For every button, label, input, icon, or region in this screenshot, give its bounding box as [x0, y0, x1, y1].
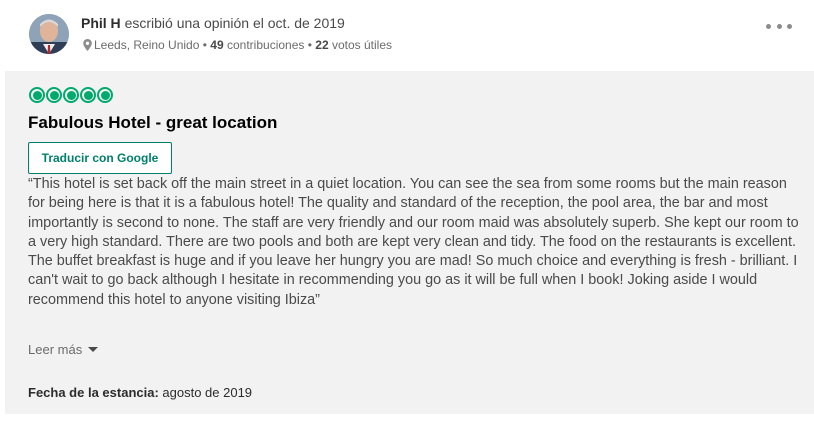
rating-bubble-icon — [63, 87, 79, 103]
review-header: Phil H escribió una opinión el oct. de 2… — [0, 0, 814, 70]
contributions-count: 49 — [210, 38, 224, 52]
rating-bubble-icon — [97, 87, 113, 103]
meta-separator: • — [307, 38, 312, 52]
review-text: “This hotel is set back off the main str… — [28, 176, 799, 308]
more-dot — [787, 23, 792, 29]
more-dot — [776, 23, 782, 29]
author-line: Phil H escribió una opinión el oct. de 2… — [81, 15, 345, 31]
rating-bubble-icon — [46, 87, 62, 103]
helpful-votes-count: 22 — [315, 38, 329, 52]
contributions-label: contribuciones — [227, 38, 305, 52]
more-dot — [766, 23, 771, 29]
reviewer-meta: Leeds, Reino Unido • 49 contribuciones •… — [83, 38, 392, 52]
rating-bubbles — [29, 87, 114, 103]
review-action-text: escribió una opinión el oct. de 2019 — [124, 15, 345, 31]
map-pin-icon — [83, 39, 92, 51]
stay-date-label: Fecha de la estancia: — [28, 385, 159, 400]
helpful-votes-label: votos útiles — [331, 38, 393, 52]
read-more-label: Leer más — [28, 342, 83, 357]
rating-bubble-icon — [29, 87, 45, 103]
reviewer-name[interactable]: Phil H — [81, 15, 121, 31]
stay-date-value: agosto de 2019 — [162, 385, 253, 400]
meta-separator: • — [202, 38, 207, 52]
avatar[interactable] — [29, 14, 69, 54]
reviewer-location: Leeds, Reino Unido — [94, 38, 200, 52]
more-options-icon[interactable] — [766, 19, 792, 33]
caret-down-icon — [88, 347, 99, 352]
review-title[interactable]: Fabulous Hotel - great location — [28, 113, 277, 133]
read-more-link[interactable]: Leer más — [28, 342, 99, 357]
stay-date: Fecha de la estancia: agosto de 2019 — [28, 385, 252, 400]
translate-button[interactable]: Traducir con Google — [28, 142, 172, 174]
rating-bubble-icon — [80, 87, 96, 103]
